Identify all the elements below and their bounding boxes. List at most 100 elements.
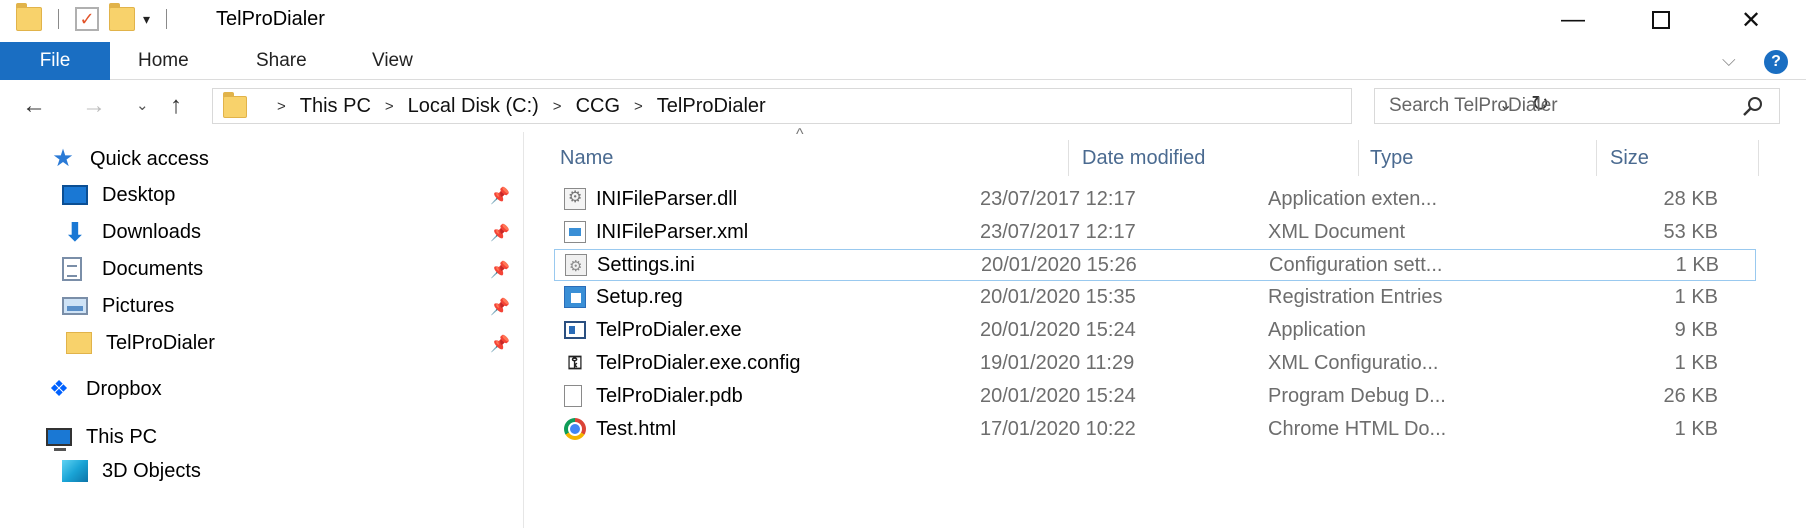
computer-icon <box>46 428 72 451</box>
folder-icon <box>66 332 92 354</box>
toolbar-divider <box>58 9 59 29</box>
pin-icon[interactable]: 📌 <box>490 186 510 206</box>
maximize-button[interactable] <box>1622 0 1700 40</box>
file-name: TelProDialer.pdb <box>596 385 743 407</box>
file-date: 23/07/2017 12:17 <box>980 221 1136 243</box>
file-row[interactable]: ⚿ TelProDialer.exe.config 19/01/2020 11:… <box>554 348 1756 380</box>
properties-check-icon[interactable]: ✓ <box>75 7 99 31</box>
reg-icon <box>564 286 586 308</box>
xml-icon <box>564 221 586 243</box>
breadcrumb-ccg[interactable]: CCG <box>576 95 620 118</box>
tab-share[interactable]: Share <box>256 42 307 80</box>
file-row[interactable]: TelProDialer.exe 20/01/2020 15:24 Applic… <box>554 315 1756 347</box>
file-row[interactable]: Test.html 17/01/2020 10:22 Chrome HTML D… <box>554 414 1756 446</box>
breadcrumb-this-pc[interactable]: This PC <box>300 95 371 118</box>
folder-icon[interactable] <box>16 3 42 31</box>
search-icon[interactable] <box>1741 94 1765 118</box>
file-type: Application <box>1268 319 1366 341</box>
column-header-size[interactable]: Size <box>1610 140 1649 176</box>
file-name: Test.html <box>596 418 677 440</box>
exe-icon <box>564 321 586 339</box>
nav-item-downloads[interactable]: ⬇ Downloads <box>62 215 201 249</box>
column-divider[interactable] <box>1358 140 1359 176</box>
file-type: Configuration sett... <box>1269 254 1443 276</box>
tab-home[interactable]: Home <box>138 42 189 80</box>
file-size: 1 KB <box>1674 418 1718 440</box>
forward-button[interactable]: → <box>82 90 106 122</box>
nav-item-label: Downloads <box>102 220 201 243</box>
pin-icon[interactable]: 📌 <box>490 223 510 243</box>
nav-item-desktop[interactable]: Desktop <box>62 178 175 212</box>
nav-item-dropbox[interactable]: ❖ Dropbox <box>46 372 161 406</box>
pdb-icon <box>564 385 582 407</box>
file-name: Setup.reg <box>596 286 683 308</box>
breadcrumb-separator-icon[interactable]: > <box>385 98 394 115</box>
search-input[interactable] <box>1389 94 1729 118</box>
nav-item-label: 3D Objects <box>102 459 201 482</box>
file-row[interactable]: INIFileParser.dll 23/07/2017 12:17 Appli… <box>554 184 1756 216</box>
nav-item-this-pc[interactable]: This PC <box>46 420 157 454</box>
file-size: 26 KB <box>1663 385 1718 407</box>
tab-file[interactable]: File <box>0 42 110 80</box>
file-size: 9 KB <box>1674 319 1718 341</box>
recent-locations-chevron-icon[interactable]: ⌄ <box>136 90 149 122</box>
pin-icon[interactable]: 📌 <box>490 297 510 317</box>
config-icon: ⚿ <box>568 353 582 373</box>
file-size: 1 KB <box>1675 254 1719 276</box>
3d-objects-icon <box>62 460 88 482</box>
expand-ribbon-chevron-icon[interactable]: ⌵ <box>1722 50 1736 71</box>
nav-item-documents[interactable]: Documents <box>62 252 203 286</box>
file-name: INIFileParser.xml <box>596 221 749 243</box>
documents-icon <box>62 257 82 281</box>
customize-toolbar-dropdown-icon[interactable]: ▾ <box>143 11 150 28</box>
file-size: 1 KB <box>1674 352 1718 374</box>
search-box[interactable] <box>1374 88 1780 124</box>
file-row[interactable]: Setup.reg 20/01/2020 15:35 Registration … <box>554 282 1756 314</box>
tab-view[interactable]: View <box>372 42 413 80</box>
minimize-button[interactable]: — <box>1534 0 1612 40</box>
file-type: XML Configuratio... <box>1268 352 1439 374</box>
up-button[interactable]: ↑ <box>170 90 182 122</box>
breadcrumb-separator-icon[interactable]: > <box>277 98 286 115</box>
pin-icon[interactable]: 📌 <box>490 334 510 354</box>
title-bar: ✓ ▾ TelProDialer — ✕ <box>0 0 1806 40</box>
nav-item-telprodialer[interactable]: TelProDialer <box>66 326 215 360</box>
column-header-date-modified[interactable]: Date modified <box>1082 140 1205 176</box>
nav-item-3d-objects[interactable]: 3D Objects <box>62 454 201 488</box>
close-button[interactable]: ✕ <box>1712 0 1790 40</box>
toolbar-divider <box>166 9 168 29</box>
maximize-icon <box>1652 11 1670 29</box>
file-date: 20/01/2020 15:24 <box>980 319 1136 341</box>
star-icon: ★ <box>52 145 74 172</box>
file-date: 20/01/2020 15:26 <box>981 254 1137 276</box>
file-date: 19/01/2020 11:29 <box>980 352 1135 374</box>
nav-item-pictures[interactable]: Pictures <box>62 289 174 323</box>
breadcrumb-separator-icon[interactable]: > <box>553 98 562 115</box>
file-row[interactable]: INIFileParser.xml 23/07/2017 12:17 XML D… <box>554 217 1756 249</box>
breadcrumb-telprodialer[interactable]: TelProDialer <box>657 95 766 118</box>
column-divider[interactable] <box>1596 140 1597 176</box>
ini-icon <box>565 254 587 276</box>
navigation-pane: ★ Quick access Desktop 📌 ⬇ Downloads 📌 D… <box>0 132 524 528</box>
breadcrumb-separator-icon[interactable]: > <box>634 98 643 115</box>
dropbox-icon: ❖ <box>49 376 69 401</box>
file-row-selected[interactable]: Settings.ini 20/01/2020 15:26 Configurat… <box>554 249 1756 281</box>
file-size: 28 KB <box>1663 188 1718 210</box>
address-bar[interactable]: > This PC > Local Disk (C:) > CCG > TelP… <box>212 88 1549 124</box>
column-divider[interactable] <box>1758 140 1759 176</box>
minimize-icon: — <box>1561 6 1585 33</box>
close-icon: ✕ <box>1740 6 1762 34</box>
quick-access-toolbar: ✓ ▾ <box>16 3 173 31</box>
nav-quick-access[interactable]: ★ Quick access <box>50 142 209 176</box>
file-row[interactable]: TelProDialer.pdb 20/01/2020 15:24 Progra… <box>554 381 1756 413</box>
new-folder-icon[interactable] <box>109 3 135 31</box>
help-icon[interactable]: ? <box>1764 50 1788 74</box>
file-date: 20/01/2020 15:35 <box>980 286 1136 308</box>
pin-icon[interactable]: 📌 <box>490 260 510 280</box>
column-divider[interactable] <box>1068 140 1069 176</box>
column-header-name[interactable]: Name <box>560 140 613 176</box>
column-header-type[interactable]: Type <box>1370 140 1413 176</box>
pictures-icon <box>62 297 88 315</box>
back-button[interactable]: ← <box>22 90 46 122</box>
breadcrumb-local-disk[interactable]: Local Disk (C:) <box>408 95 539 118</box>
